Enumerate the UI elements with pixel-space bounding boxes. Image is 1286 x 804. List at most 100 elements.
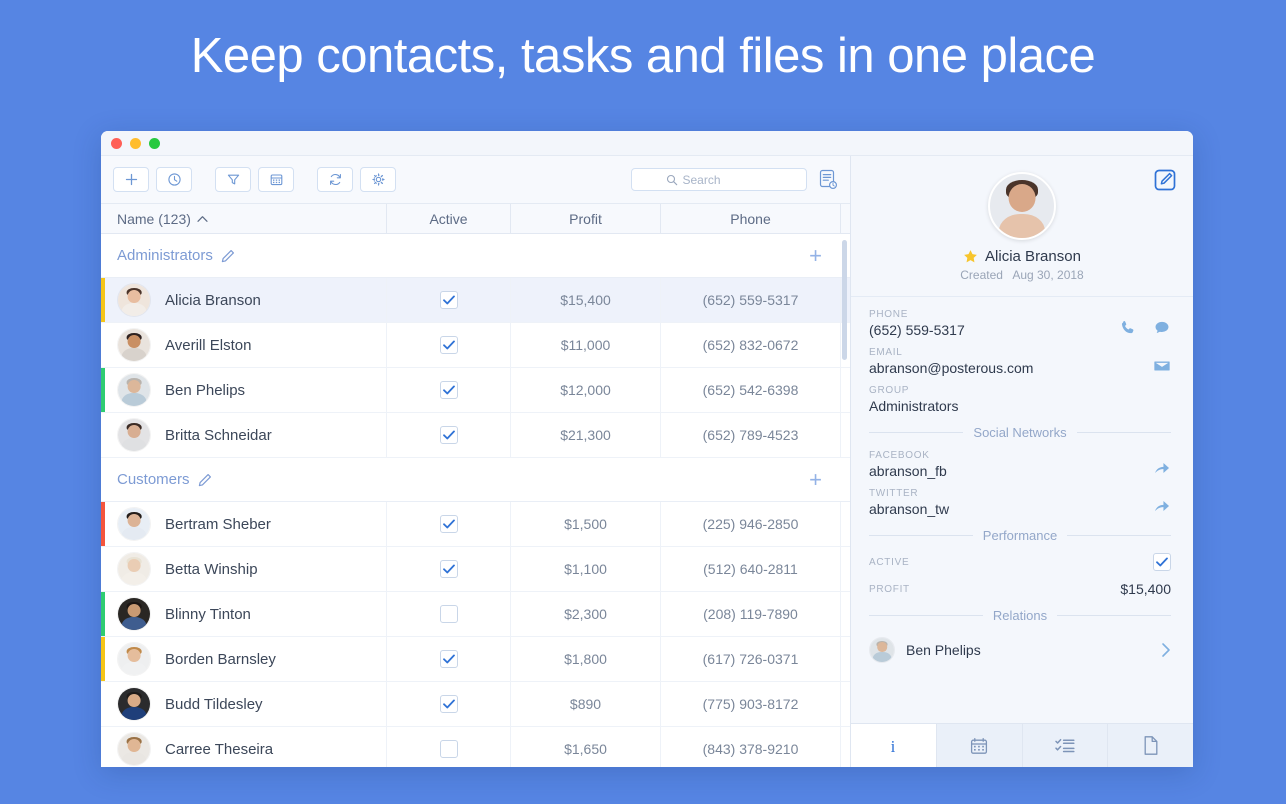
active-checkbox[interactable] bbox=[439, 336, 458, 354]
detail-fields: PHONE (652) 559-5317 EMAIL abranson@postero… bbox=[851, 297, 1193, 723]
contact-name: Budd Tildesley bbox=[165, 695, 263, 713]
funnel-icon bbox=[227, 174, 239, 185]
cell-phone: (652) 559-5317 bbox=[660, 278, 841, 322]
table-row[interactable]: Bertram Sheber $1,500 (225) 946-2850 bbox=[101, 502, 850, 547]
document-list-icon bbox=[819, 169, 838, 190]
clock-icon bbox=[167, 173, 181, 186]
phone-button[interactable] bbox=[1119, 319, 1137, 337]
tab-calendar[interactable] bbox=[937, 724, 1023, 767]
column-header-active[interactable]: Active bbox=[386, 204, 510, 233]
table-row[interactable]: Britta Schneidar $21,300 (652) 789-4523 bbox=[101, 413, 850, 458]
cell-active bbox=[386, 637, 510, 681]
share-arrow-button[interactable] bbox=[1153, 460, 1171, 478]
profile-name-row: Alicia Branson bbox=[851, 248, 1193, 265]
search-box[interactable] bbox=[631, 168, 807, 191]
active-checkbox[interactable] bbox=[439, 740, 458, 758]
active-checkbox[interactable] bbox=[439, 695, 458, 713]
checkmark-icon bbox=[442, 385, 455, 395]
share-arrow-button[interactable] bbox=[1153, 498, 1171, 516]
column-header-phone[interactable]: Phone bbox=[660, 204, 841, 233]
avatar bbox=[117, 552, 151, 586]
chevron-right-icon bbox=[1162, 643, 1170, 657]
relation-row[interactable]: Ben Phelips bbox=[869, 633, 1171, 667]
edit-pencil-icon bbox=[1154, 169, 1176, 191]
active-checkbox[interactable] bbox=[439, 650, 458, 668]
add-contact-to-group-button[interactable]: + bbox=[809, 468, 822, 491]
svg-text:i: i bbox=[891, 737, 896, 756]
window-minimize-button[interactable] bbox=[130, 137, 141, 149]
tab-tasks[interactable] bbox=[1023, 724, 1109, 767]
active-checkbox[interactable] bbox=[439, 291, 458, 309]
column-header-profit[interactable]: Profit bbox=[510, 204, 660, 233]
active-checkbox[interactable] bbox=[439, 381, 458, 399]
table-row[interactable]: Blinny Tinton $2,300 (208) 119-7890 bbox=[101, 592, 850, 637]
history-button[interactable] bbox=[156, 167, 192, 192]
chat-button[interactable] bbox=[1153, 319, 1171, 337]
contacts-list: Administrators + Alicia Branson $15,400 (652… bbox=[101, 234, 850, 767]
checkmark-icon bbox=[1156, 557, 1168, 567]
cell-name: Bertram Sheber bbox=[101, 507, 386, 541]
contacts-pane: Name (123) Active Profit Phone Administr… bbox=[101, 156, 851, 767]
table-row[interactable]: Carree Theseira $1,650 (843) 378-9210 bbox=[101, 727, 850, 767]
settings-button[interactable] bbox=[360, 167, 396, 192]
envelope-button[interactable] bbox=[1153, 357, 1171, 375]
share-arrow-icon bbox=[1154, 463, 1170, 474]
window-maximize-button[interactable] bbox=[149, 137, 160, 149]
cell-profit: $1,500 bbox=[510, 502, 660, 546]
calendar-button[interactable] bbox=[258, 167, 294, 192]
checkmark-icon bbox=[442, 654, 455, 664]
active-checkbox[interactable] bbox=[439, 605, 458, 623]
tab-info[interactable]: i bbox=[851, 724, 937, 767]
table-row[interactable]: Ben Phelips $12,000 (652) 542-6398 bbox=[101, 368, 850, 413]
divider-performance: Performance bbox=[869, 528, 1171, 543]
detail-pane: Alicia Branson Created Aug 30, 2018 PHON… bbox=[851, 156, 1193, 767]
active-checkbox[interactable] bbox=[439, 515, 458, 533]
edit-contact-button[interactable] bbox=[1153, 168, 1177, 192]
group-header: Administrators + bbox=[101, 234, 850, 278]
table-row[interactable]: Betta Winship $1,100 (512) 640-2811 bbox=[101, 547, 850, 592]
detail-field: EMAIL abranson@posterous.com bbox=[869, 347, 1171, 376]
column-header-name[interactable]: Name (123) bbox=[101, 211, 386, 227]
sort-ascending-icon bbox=[197, 215, 208, 222]
filter-button[interactable] bbox=[215, 167, 251, 192]
cell-phone: (225) 946-2850 bbox=[660, 502, 841, 546]
add-button[interactable] bbox=[113, 167, 149, 192]
cell-profit: $15,400 bbox=[510, 278, 660, 322]
active-checkbox[interactable] bbox=[1153, 553, 1171, 571]
table-row[interactable]: Averill Elston $11,000 (652) 832-0672 bbox=[101, 323, 850, 368]
info-icon: i bbox=[891, 737, 896, 756]
divider-relations: Relations bbox=[869, 608, 1171, 623]
edit-group-icon[interactable] bbox=[198, 473, 212, 487]
calendar-icon bbox=[270, 174, 282, 186]
refresh-button[interactable] bbox=[317, 167, 353, 192]
page-headline: Keep contacts, tasks and files in one pl… bbox=[190, 29, 1096, 83]
window-close-button[interactable] bbox=[111, 137, 122, 149]
group-title: Administrators bbox=[117, 247, 213, 264]
edit-group-icon[interactable] bbox=[221, 249, 235, 263]
add-contact-to-group-button[interactable]: + bbox=[809, 244, 822, 267]
table-row[interactable]: Budd Tildesley $890 (775) 903-8172 bbox=[101, 682, 850, 727]
cell-phone: (208) 119-7890 bbox=[660, 592, 841, 636]
active-checkbox[interactable] bbox=[439, 560, 458, 578]
cell-phone: (775) 903-8172 bbox=[660, 682, 841, 726]
list-scrollbar[interactable] bbox=[842, 240, 847, 360]
avatar bbox=[117, 283, 151, 317]
divider-relations-label: Relations bbox=[992, 608, 1048, 623]
search-input[interactable] bbox=[682, 172, 773, 187]
tab-files[interactable] bbox=[1108, 724, 1193, 767]
calendar-icon bbox=[971, 737, 988, 754]
performance-label: ACTIVE bbox=[869, 556, 910, 568]
table-row[interactable]: Alicia Branson $15,400 (652) 559-5317 bbox=[101, 278, 850, 323]
cell-name: Betta Winship bbox=[101, 552, 386, 586]
detail-field: PHONE (652) 559-5317 bbox=[869, 309, 1171, 338]
toolbar-group-create bbox=[113, 167, 199, 192]
cell-profit: $12,000 bbox=[510, 368, 660, 412]
contact-name: Blinny Tinton bbox=[165, 605, 251, 623]
table-row[interactable]: Borden Barnsley $1,800 (617) 726-0371 bbox=[101, 637, 850, 682]
plus-icon bbox=[125, 173, 137, 186]
active-checkbox[interactable] bbox=[439, 426, 458, 444]
profile-avatar bbox=[988, 172, 1056, 240]
report-button[interactable] bbox=[819, 169, 838, 190]
avatar bbox=[117, 507, 151, 541]
detail-field: FACEBOOK abranson_fb bbox=[869, 450, 1171, 479]
